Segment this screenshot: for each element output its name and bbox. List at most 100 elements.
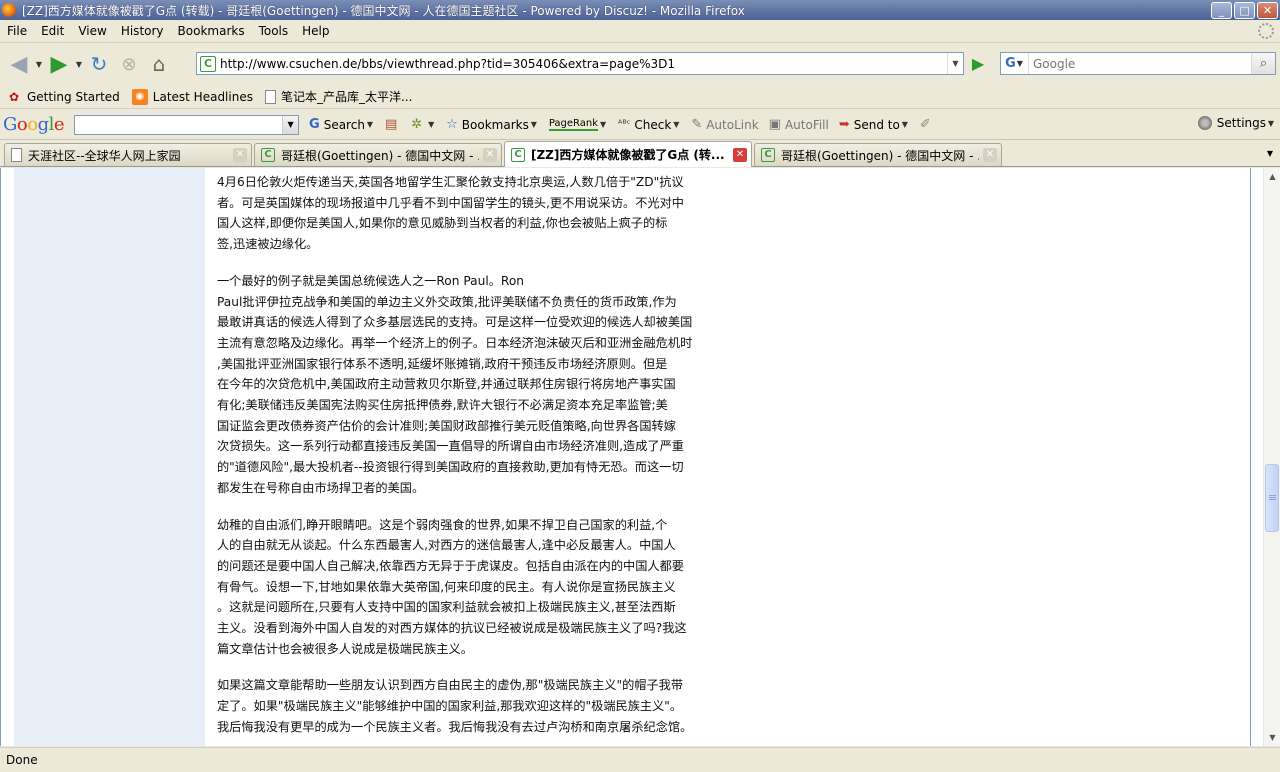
- navigation-toolbar: ◀ ▼ ▶ ▼ ↻ ⊗ ⌂ C http://www.csuchen.de/bb…: [0, 44, 1280, 84]
- home-icon: ⌂: [152, 52, 166, 76]
- pagerank-label: PageRank: [548, 118, 599, 131]
- google-settings-button[interactable]: Settings ▼: [1197, 116, 1276, 130]
- menu-bookmarks[interactable]: Bookmarks: [171, 24, 252, 38]
- tab-list-dropdown-icon[interactable]: ▼: [1262, 145, 1278, 163]
- forward-arrow-icon: ▶: [50, 51, 68, 77]
- tab-close-icon[interactable]: ✕: [983, 148, 997, 162]
- send-to-button[interactable]: ➥ Send to ▼: [839, 117, 910, 132]
- tab-active-article[interactable]: C [ZZ]西方媒体就像被戳了G点 (转... ✕: [504, 141, 752, 167]
- bookmark-latest-headlines[interactable]: ◉ Latest Headlines: [131, 88, 253, 105]
- post-text-line: 者。可是英国媒体的现场报道中几乎看不到中国留学生的镜头,更不用说采访。不光对中: [217, 195, 684, 210]
- go-button[interactable]: ▶: [968, 54, 988, 74]
- magnifier-icon: ⌕: [1259, 56, 1268, 71]
- tab-close-icon[interactable]: ✕: [483, 148, 497, 162]
- google-toolbar-input[interactable]: [75, 115, 283, 134]
- settings-gear-icon: [1197, 116, 1212, 130]
- google-toolbar-dropdown-icon[interactable]: ▼: [282, 115, 299, 134]
- back-history-dropdown-icon[interactable]: ▼: [34, 60, 44, 69]
- google-bookmarks-button[interactable]: ☆ Bookmarks ▼: [446, 117, 539, 132]
- firefox-icon: [2, 3, 16, 17]
- highlighter-button[interactable]: ✐: [920, 117, 935, 132]
- post-paragraph: 4月6日伦敦火炬传递当天,英国各地留学生汇聚伦敦支持北京奥运,人数几倍于"ZD"…: [217, 172, 729, 255]
- google-toolbar-search-field[interactable]: ▼: [74, 114, 300, 135]
- post-text-line: 签,迅速被边缘化。: [217, 237, 319, 252]
- search-go-button[interactable]: ⌕: [1251, 53, 1275, 74]
- back-button[interactable]: ◀: [4, 49, 34, 79]
- tab-goettingen-1[interactable]: C 哥廷根(Goettingen) - 德国中文网 - ... ✕: [254, 143, 502, 166]
- google-logo[interactable]: Google: [3, 114, 65, 135]
- site-favicon-icon: C: [200, 55, 216, 72]
- vertical-scrollbar[interactable]: ▲ ▼: [1263, 168, 1280, 746]
- url-history-dropdown-icon[interactable]: ▼: [947, 53, 963, 74]
- autofill-label: AutoFill: [784, 117, 829, 132]
- tab-close-icon[interactable]: ✕: [733, 147, 747, 162]
- bookmark-label: Getting Started: [27, 89, 120, 104]
- tab-label: [ZZ]西方媒体就像被戳了G点 (转...: [531, 148, 725, 162]
- post-text-line: 主流有意忽略及边缘化。再举一个经济上的例子。日本经济泡沫破灭后和亚洲金融危机时: [217, 335, 693, 350]
- stop-button[interactable]: ⊗: [114, 49, 144, 79]
- status-text: Done: [6, 753, 38, 767]
- reload-icon: ↻: [90, 52, 108, 76]
- google-popup-blocker-button[interactable]: ✲ ▼: [411, 117, 436, 132]
- post-text-line: Paul批评伊拉克战争和美国的单边主义外交政策,批评美联储不负责任的货币政策,作…: [217, 294, 677, 309]
- post-text-line: 人的自由就无从谈起。什么东西最害人,对西方的迷信最害人,逢中必反最害人。中国人: [217, 538, 676, 553]
- bookmarks-dropdown-icon: ▼: [530, 120, 537, 129]
- address-bar[interactable]: C http://www.csuchen.de/bbs/viewthread.p…: [196, 52, 964, 75]
- home-button[interactable]: ⌂: [144, 49, 174, 79]
- forward-button[interactable]: ▶: [44, 49, 74, 79]
- spellcheck-button[interactable]: ᴬᴮᶜ Check ▼: [618, 118, 681, 132]
- bookmark-label: 笔记本_产品库_太平洋...: [280, 90, 413, 104]
- google-search-button[interactable]: G Search ▼: [309, 117, 375, 132]
- bookmark-getting-started[interactable]: ✿ Getting Started: [6, 89, 120, 105]
- search-input[interactable]: [1029, 56, 1251, 71]
- reload-button[interactable]: ↻: [84, 49, 114, 79]
- google-logo-letter: e: [53, 114, 65, 135]
- send-to-icon: ➥: [838, 117, 850, 132]
- google-news-button[interactable]: ▤: [385, 117, 401, 132]
- window-title-bar: [ZZ]西方媒体就像被戳了G点 (转载) - 哥廷根(Goettingen) -…: [0, 0, 1280, 20]
- menu-help[interactable]: Help: [295, 24, 336, 38]
- post-text-line: 国证监会更改债券资产估价的会计准则;美国财政部推行美元贬值策略,向世界各国转嫁: [217, 418, 676, 433]
- autofill-button[interactable]: ▣ AutoFill: [769, 117, 829, 132]
- menu-edit[interactable]: Edit: [34, 24, 71, 38]
- menu-file[interactable]: File: [0, 24, 34, 38]
- post-paragraph: 一个最好的例子就是美国总统候选人之一Ron Paul。Ron Paul批评伊拉克战…: [217, 271, 729, 499]
- close-button[interactable]: ✕: [1257, 1, 1278, 19]
- engine-dropdown-icon: ▼: [1016, 59, 1023, 68]
- maximize-button[interactable]: □: [1234, 1, 1255, 19]
- scroll-down-arrow-icon[interactable]: ▼: [1264, 729, 1280, 746]
- post-text-line: 有化;美联储违反美国宪法购买住房抵押债券,默许大银行不必满足资本充足率监管;美: [217, 398, 668, 413]
- bookmark-notebook-products[interactable]: 笔记本_产品库_太平洋...: [264, 88, 413, 105]
- tab-close-icon[interactable]: ✕: [233, 148, 247, 162]
- autolink-button[interactable]: ✎ AutoLink: [691, 117, 758, 132]
- search-bar[interactable]: G▼ ⌕: [1000, 52, 1276, 75]
- bookmarks-toolbar: ✿ Getting Started ◉ Latest Headlines 笔记本…: [0, 85, 1280, 109]
- tab-goettingen-2[interactable]: C 哥廷根(Goettingen) - 德国中文网 - ... ✕: [754, 143, 1002, 166]
- scroll-up-arrow-icon[interactable]: ▲: [1264, 168, 1280, 185]
- star-icon: ☆: [446, 117, 458, 132]
- minimize-button[interactable]: _: [1211, 1, 1232, 19]
- scrollbar-thumb[interactable]: [1265, 464, 1279, 532]
- page-icon: [11, 148, 22, 162]
- autolink-label: AutoLink: [706, 117, 759, 132]
- google-engine-icon: G: [1005, 56, 1016, 71]
- url-text[interactable]: http://www.csuchen.de/bbs/viewthread.php…: [220, 57, 947, 71]
- csuchen-favicon-icon: C: [761, 148, 775, 162]
- menu-tools[interactable]: Tools: [252, 24, 296, 38]
- menu-history[interactable]: History: [114, 24, 171, 38]
- getting-started-icon: ✿: [8, 89, 20, 104]
- pagerank-indicator[interactable]: PageRank ▼: [548, 118, 608, 131]
- menu-bar: File Edit View History Bookmarks Tools H…: [0, 20, 1280, 43]
- menu-view[interactable]: View: [71, 24, 113, 38]
- post-text-line: ,美国批评亚洲国家银行体系不透明,延缓坏账摊销,政府干预违反市场经济原则。但是: [217, 356, 668, 371]
- forward-history-dropdown-icon[interactable]: ▼: [74, 60, 84, 69]
- search-engine-selector[interactable]: G ▼: [1001, 53, 1029, 74]
- post-text-line: 有骨气。设想一下,甘地如果依靠大英帝国,何来印度的民主。有人说你是宣扬民族主义: [217, 579, 676, 594]
- tab-bar: 天涯社区--全球华人网上家园 ✕ C 哥廷根(Goettingen) - 德国中…: [0, 141, 1280, 167]
- tab-tianya[interactable]: 天涯社区--全球华人网上家园 ✕: [4, 143, 252, 166]
- news-icon: ▤: [384, 117, 398, 132]
- back-arrow-icon: ◀: [10, 51, 28, 77]
- post-text-line: 我后悔我没有更早的成为一个民族主义者。我后悔我没有去过卢沟桥和南京屠杀纪念馆。: [217, 719, 693, 734]
- status-bar: Done: [0, 747, 1280, 772]
- page-icon: [264, 89, 276, 104]
